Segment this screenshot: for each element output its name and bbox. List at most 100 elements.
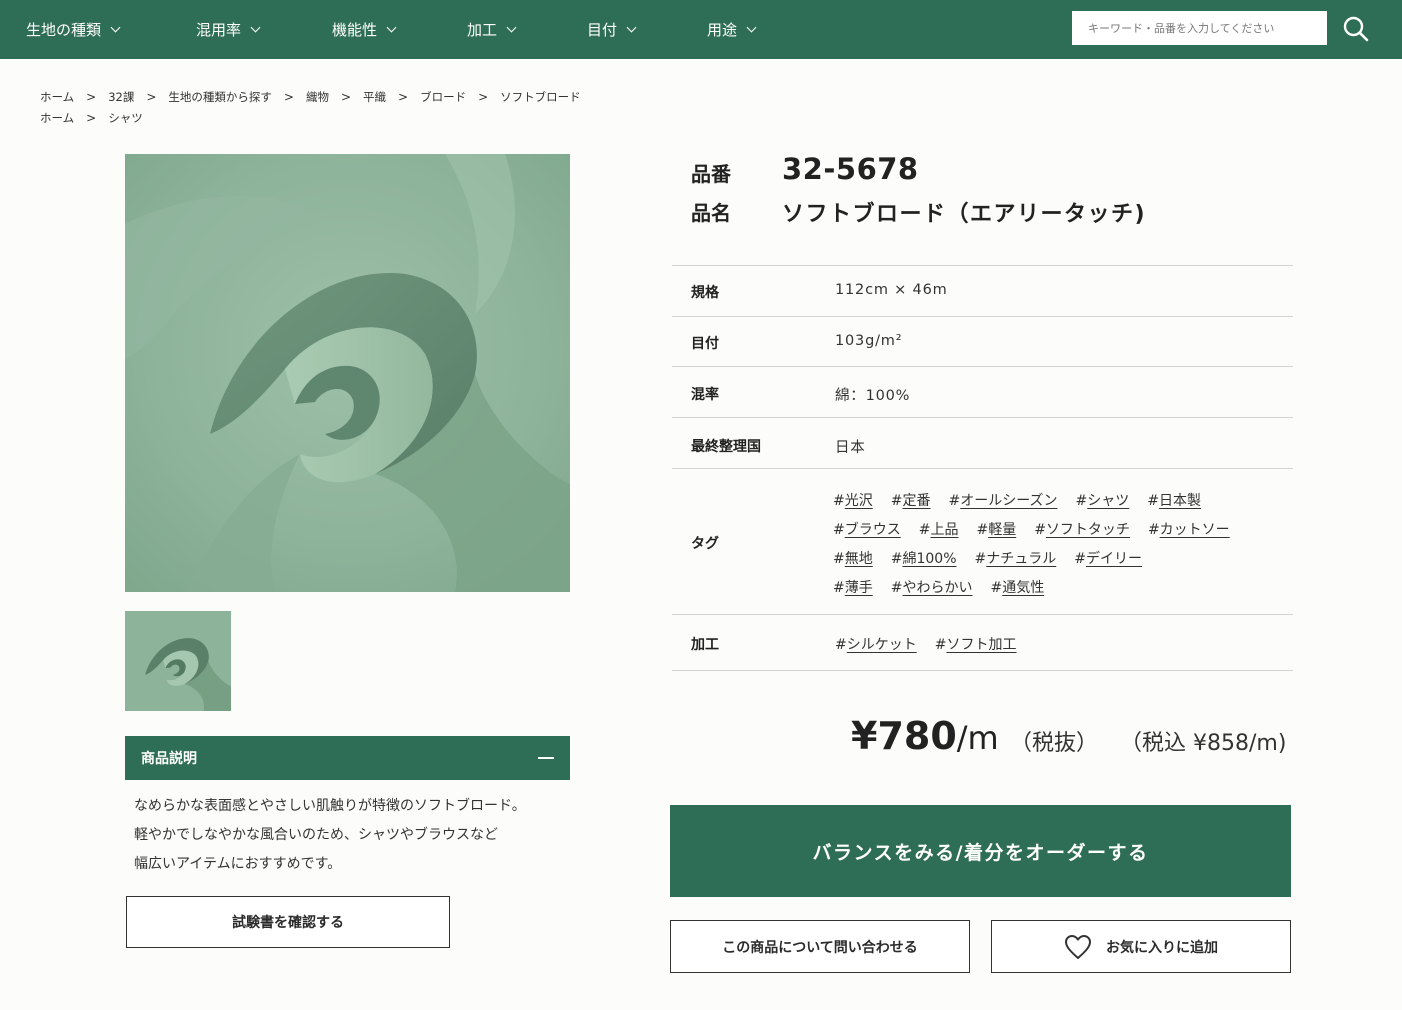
spec-size-value: 112cm × 46m xyxy=(835,282,948,298)
spec-weight-value: 103g/m² xyxy=(835,333,903,349)
chevron-down-icon xyxy=(626,22,637,33)
breadcrumb-separator: > xyxy=(340,90,352,104)
spec-blend-label: 混率 xyxy=(691,387,719,403)
add-favorite-button[interactable]: お気に入りに追加 xyxy=(991,920,1291,973)
search-input[interactable] xyxy=(1072,11,1327,45)
nav-fabric-type[interactable]: 生地の種類 xyxy=(26,0,121,59)
breadcrumb-separator: > xyxy=(283,90,294,104)
finish-row: #シルケット #ソフト加工 xyxy=(835,634,1034,654)
spec-size-label: 規格 xyxy=(691,285,719,301)
description-line: なめらかな表面感とやさしい肌触りが特徴のソフトブロード。 xyxy=(134,798,526,814)
description-line: 幅広いアイテムにおすすめです。 xyxy=(134,856,342,872)
breadcrumb-separator: > xyxy=(478,90,489,104)
product-code: 32-5678 xyxy=(782,152,919,186)
description-accordion-header[interactable]: 商品説明 xyxy=(125,736,570,780)
breadcrumb-home[interactable]: ホーム xyxy=(40,110,74,126)
spec-divider xyxy=(672,468,1293,469)
price-value: ¥780 xyxy=(851,714,957,758)
nav-weight-label: 目付 xyxy=(587,21,618,39)
tag-link[interactable]: #通気性 xyxy=(990,577,1044,597)
chevron-down-icon xyxy=(250,22,261,33)
breadcrumb-woven[interactable]: 織物 xyxy=(306,89,329,105)
tag-link[interactable]: #カットソー xyxy=(1148,519,1230,539)
tag-link[interactable]: #ナチュラル xyxy=(975,548,1057,568)
spec-origin-value: 日本 xyxy=(835,440,866,456)
spec-divider xyxy=(672,670,1293,671)
spec-tags-label: タグ xyxy=(691,536,719,552)
nav-usage[interactable]: 用途 xyxy=(707,0,757,59)
price-unit: /m xyxy=(956,719,999,757)
spec-origin-label: 最終整理国 xyxy=(691,439,761,455)
description-line: 軽やかでしなやかな風合いのため、シャツやブラウスなど xyxy=(134,827,498,843)
finish-link[interactable]: #シルケット xyxy=(835,634,917,654)
product-main-image xyxy=(125,154,570,592)
breadcrumb-separator: > xyxy=(398,90,409,104)
spec-divider xyxy=(672,417,1293,418)
order-sample-button[interactable]: バランスをみる/着分をオーダーする xyxy=(670,805,1291,897)
nav-fabric-type-label: 生地の種類 xyxy=(26,21,102,39)
tag-row: #光沢 #定番 #オールシーズン #シャツ #日本製 xyxy=(833,490,1219,510)
price-main: ¥780/m xyxy=(851,714,999,758)
tag-link[interactable]: #薄手 xyxy=(833,577,873,597)
breadcrumb-shirt[interactable]: シャツ xyxy=(108,110,143,126)
test-report-button[interactable]: 試験書を確認する xyxy=(126,896,450,948)
breadcrumb-home[interactable]: ホーム xyxy=(40,89,74,105)
breadcrumb-soft-broad[interactable]: ソフトブロード xyxy=(500,89,581,105)
product-code-label: 品番 xyxy=(691,162,731,186)
nav-finish[interactable]: 加工 xyxy=(467,0,517,59)
price-tax-included: （税込 ¥858/m) xyxy=(1120,731,1287,756)
description-text: なめらかな表面感とやさしい肌触りが特徴のソフトブロード。 軽やかでしなやかな風合… xyxy=(134,792,574,879)
tag-row: #薄手 #やわらかい #通気性 xyxy=(833,577,1062,597)
add-favorite-label: お気に入りに追加 xyxy=(1106,939,1218,956)
spec-divider xyxy=(672,265,1293,266)
tag-link[interactable]: #上品 xyxy=(919,519,959,539)
fabric-image xyxy=(125,154,570,592)
description-heading: 商品説明 xyxy=(141,751,197,767)
tag-link[interactable]: #ブラウス xyxy=(833,519,901,539)
search-icon[interactable] xyxy=(1340,13,1372,45)
tag-link[interactable]: #綿100% xyxy=(891,548,957,568)
nav-blend-ratio-label: 混用率 xyxy=(196,21,242,39)
breadcrumb-broad[interactable]: ブロード xyxy=(420,89,466,105)
breadcrumb-plain-weave[interactable]: 平織 xyxy=(363,89,386,105)
breadcrumb-fabric-search[interactable]: 生地の種類から探す xyxy=(168,89,272,105)
tag-row: #ブラウス #上品 #軽量 #ソフトタッチ #カットソー xyxy=(833,519,1248,539)
breadcrumb: ホーム > 32課 > 生地の種類から探す > 織物 > 平織 > ブロード >… xyxy=(40,89,581,105)
tag-link[interactable]: #デイリー xyxy=(1074,548,1142,568)
breadcrumb-section[interactable]: 32課 xyxy=(108,89,134,105)
product-thumbnail[interactable] xyxy=(125,611,231,711)
nav-function-label: 機能性 xyxy=(332,21,378,39)
spec-weight-label: 目付 xyxy=(691,336,719,352)
nav-weight[interactable]: 目付 xyxy=(587,0,637,59)
tag-link[interactable]: #やわらかい xyxy=(891,577,973,597)
breadcrumb-separator: > xyxy=(86,90,97,104)
tag-link[interactable]: #オールシーズン xyxy=(948,490,1057,510)
spec-blend-value: 綿：100% xyxy=(835,388,911,404)
tag-link[interactable]: #軽量 xyxy=(976,519,1016,539)
chevron-down-icon xyxy=(110,22,121,33)
product-name-label: 品名 xyxy=(691,201,731,225)
tag-link[interactable]: #シャツ xyxy=(1076,490,1130,510)
chevron-down-icon xyxy=(746,22,757,33)
tag-link[interactable]: #定番 xyxy=(891,490,931,510)
inquiry-button[interactable]: この商品について問い合わせる xyxy=(670,920,970,973)
price-tax-excluded: （税抜） xyxy=(1010,731,1099,756)
minus-icon xyxy=(538,757,554,759)
fabric-thumbnail-image xyxy=(125,611,231,711)
nav-blend-ratio[interactable]: 混用率 xyxy=(196,0,261,59)
breadcrumb-separator: > xyxy=(146,90,157,104)
tag-row: #無地 #綿100% #ナチュラル #デイリー xyxy=(833,548,1160,568)
spec-divider xyxy=(672,614,1293,615)
top-navigation-bar: 生地の種類 混用率 機能性 加工 目付 用途 xyxy=(0,0,1402,59)
chevron-down-icon xyxy=(506,22,517,33)
tag-link[interactable]: #日本製 xyxy=(1147,490,1201,510)
nav-usage-label: 用途 xyxy=(707,21,738,39)
heart-icon xyxy=(1065,934,1091,959)
tag-link[interactable]: #ソフトタッチ xyxy=(1034,519,1130,539)
finish-link[interactable]: #ソフト加工 xyxy=(935,634,1017,654)
spec-divider xyxy=(672,316,1293,317)
tag-link[interactable]: #光沢 xyxy=(833,490,873,510)
tag-link[interactable]: #無地 xyxy=(833,548,873,568)
spec-divider xyxy=(672,366,1293,367)
nav-function[interactable]: 機能性 xyxy=(332,0,397,59)
